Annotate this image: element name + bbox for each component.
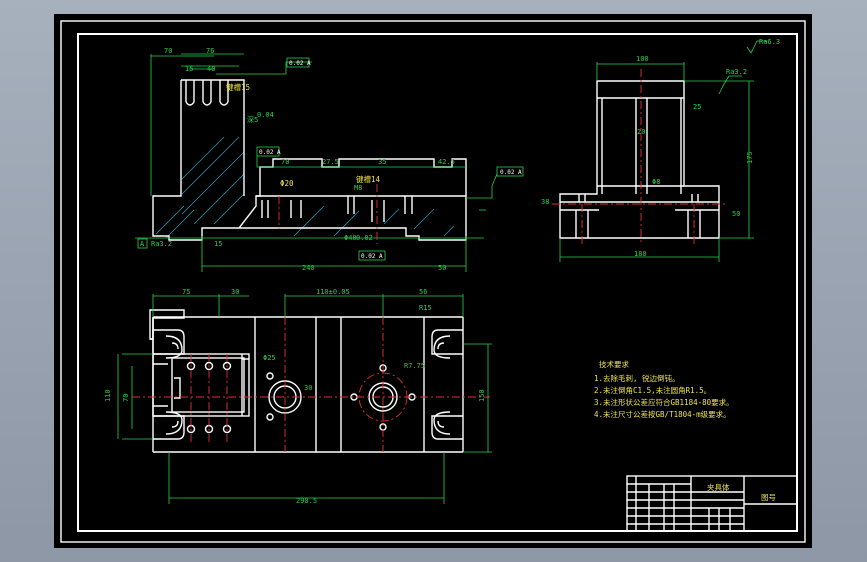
inner-border [77,33,798,532]
svg-text:70: 70 [281,158,289,166]
svg-text:键槽15: 键槽15 [226,82,250,92]
notes-title: 技术要求 [599,359,629,369]
svg-text:25: 25 [693,103,701,111]
svg-text:290.5: 290.5 [296,497,317,505]
svg-text:70: 70 [164,47,172,55]
note-line-2: 2.未注倒角C1.5,未注圆角R1.5。 [594,385,711,395]
svg-text:Ra3.2: Ra3.2 [726,68,747,76]
title-block: 夹具体 图号 [626,475,798,532]
note-line-4: 4.未注尺寸公差按GB/T1804-m级要求。 [594,409,731,419]
svg-text:180: 180 [634,250,647,258]
svg-text:0.02 A: 0.02 A [500,169,522,176]
svg-text:76: 76 [206,47,214,55]
svg-text:Φ20: Φ20 [280,179,294,188]
svg-text:0.02 A: 0.02 A [289,60,311,67]
svg-text:50: 50 [732,210,740,218]
svg-text:35: 35 [378,158,386,166]
engineering-drawing: Ra6.3 70 76 15 40 键槽15 深5 0.04 0.02 A 0.… [60,20,806,543]
svg-text:110: 110 [104,389,112,402]
svg-text:75: 75 [182,288,190,296]
svg-text:30: 30 [304,384,312,392]
svg-text:Ra3.2: Ra3.2 [151,240,172,248]
outer-border [60,20,806,543]
svg-text:M8: M8 [354,184,362,192]
svg-text:70: 70 [122,394,130,402]
svg-text:15: 15 [185,65,193,73]
svg-text:38: 38 [541,198,549,206]
front-view: 70 76 15 40 键槽15 深5 0.04 0.02 A 0.02 A 0… [135,47,524,272]
svg-text:R7.75: R7.75 [404,362,425,370]
svg-text:42.5: 42.5 [438,158,455,166]
svg-text:15: 15 [214,240,222,248]
svg-text:50: 50 [438,264,446,272]
svg-text:56: 56 [419,288,427,296]
svg-text:0.04: 0.04 [257,111,274,119]
side-view: 100 175 20 50 180 38 25 Φ8 Ra3.2 [541,55,754,262]
svg-text:Φ40: Φ40 [344,234,357,242]
plan-view: 75 30 110±0.05 56 R15 R7.75 110 70 30 Φ2… [104,288,492,505]
svg-text:R15: R15 [419,304,432,312]
note-line-3: 3.未注形状公差应符合GB1184-80要求。 [594,397,734,407]
svg-text:Φ25: Φ25 [263,354,276,362]
svg-text:Φ8: Φ8 [652,178,660,186]
svg-text:40: 40 [207,65,215,73]
surface-finish-symbol: Ra6.3 [746,38,780,54]
drawing-sheet: Ra6.3 70 76 15 40 键槽15 深5 0.04 0.02 A 0.… [54,14,812,548]
technical-notes: 技术要求 1.去除毛刺, 锐边倒钝。 2.未注倒角C1.5,未注圆角R1.5。 … [594,359,734,419]
svg-text:0.02: 0.02 [356,234,373,242]
svg-text:27.5: 27.5 [322,158,339,166]
svg-text:30: 30 [231,288,239,296]
svg-text:175: 175 [746,151,754,164]
svg-text:100: 100 [636,55,649,63]
cad-viewer: Ra6.3 70 76 15 40 键槽15 深5 0.04 0.02 A 0.… [0,0,867,562]
drawing-code: 图号 [761,493,776,502]
svg-text:20: 20 [637,128,645,136]
part-name: 夹具体 [707,482,730,492]
svg-text:0.02 A: 0.02 A [361,253,383,260]
svg-text:键槽14: 键槽14 [356,174,381,184]
svg-text:Ra6.3: Ra6.3 [759,38,780,46]
note-line-1: 1.去除毛刺, 锐边倒钝。 [594,373,680,383]
svg-text:A: A [140,240,145,248]
svg-text:150: 150 [478,389,486,402]
svg-text:240: 240 [302,264,315,272]
svg-text:0.02 A: 0.02 A [259,149,281,156]
svg-text:110±0.05: 110±0.05 [316,288,350,296]
